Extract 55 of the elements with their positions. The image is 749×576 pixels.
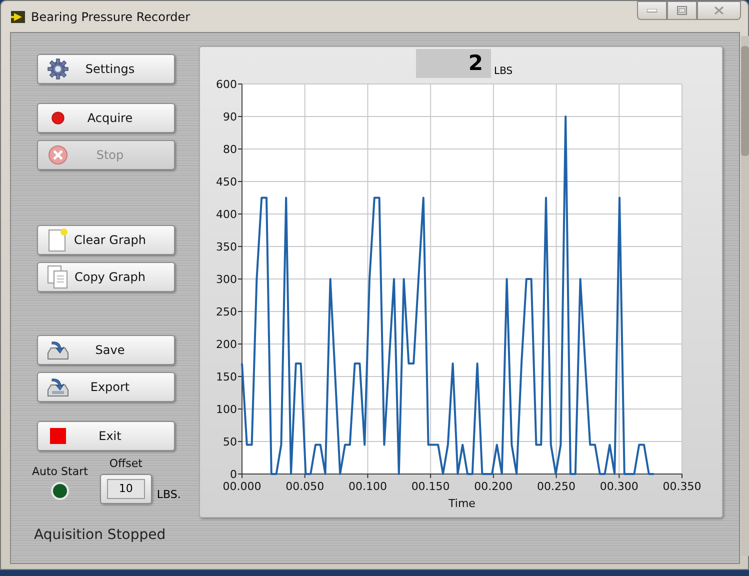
x-tick-label: 00.150 [411,480,450,493]
y-tick-label: 0 [230,468,237,481]
maximize-icon [677,6,687,15]
x-tick-label: 00.250 [537,480,576,493]
close-button[interactable] [697,1,741,20]
y-axis-label: 90 [223,110,237,124]
action-button[interactable]: Copy Graph [37,262,175,292]
action-button[interactable]: Clear Graph [37,225,175,255]
x-tick-label: 00.000 [222,480,262,493]
y-tick-label: 100 [216,403,237,416]
x-tick-label: 00.050 [286,480,324,493]
auto-start-led[interactable] [50,482,69,500]
x-tick-label: 00.350 [662,480,702,493]
minimize-button[interactable] [637,1,667,20]
stop-square-icon [50,428,66,444]
scrollbar[interactable] [741,36,749,556]
scrollbar-thumb[interactable] [741,46,749,156]
offset-field[interactable]: 10 [100,474,152,504]
x-tick-label: 00.100 [348,480,387,493]
action-button[interactable]: Settings [37,54,175,84]
offset-unit: LBS. [156,488,181,501]
y-tick-label: 250 [216,306,237,318]
offset-label: Offset [109,457,142,470]
close-circle-icon [48,145,68,165]
action-button[interactable]: Exit [37,421,175,451]
tray-arrow-icon [46,376,70,398]
y-tick-label: 300 [216,273,237,286]
status-text: Aquisition Stopped [34,527,166,543]
action-button[interactable]: Save [37,335,175,365]
record-icon [51,111,65,125]
app-icon [11,10,25,22]
y-tick-label: 450 [216,176,237,188]
x-axis-title: Time [448,497,476,510]
maximize-button[interactable] [667,1,697,20]
y-tick-label: 50 [223,436,237,448]
y-tick-label: 400 [216,208,237,221]
action-button[interactable]: Acquire [37,103,175,133]
x-tick-label: 00.300 [600,480,638,493]
blank-page-icon [48,228,68,252]
x-tick-label: 00.200 [474,480,513,493]
window-title: Bearing Pressure Recorder [31,10,190,24]
gear-icon [47,58,69,80]
y-axis-label: 80 [223,143,237,156]
tray-arrow-icon [46,339,70,361]
y-tick-label: 200 [216,338,237,351]
action-button[interactable]: Export [37,372,175,402]
y-tick-label: 350 [216,240,237,254]
y-tick-label: 600 [216,78,237,91]
pressure-reading: 2 [416,49,491,78]
copy-pages-icon [47,265,69,289]
y-tick-label: 150 [216,370,237,384]
close-icon [714,6,724,15]
minimize-icon [647,8,657,12]
auto-start-label: Auto Start [32,465,88,478]
reading-unit: LBS [494,66,513,77]
